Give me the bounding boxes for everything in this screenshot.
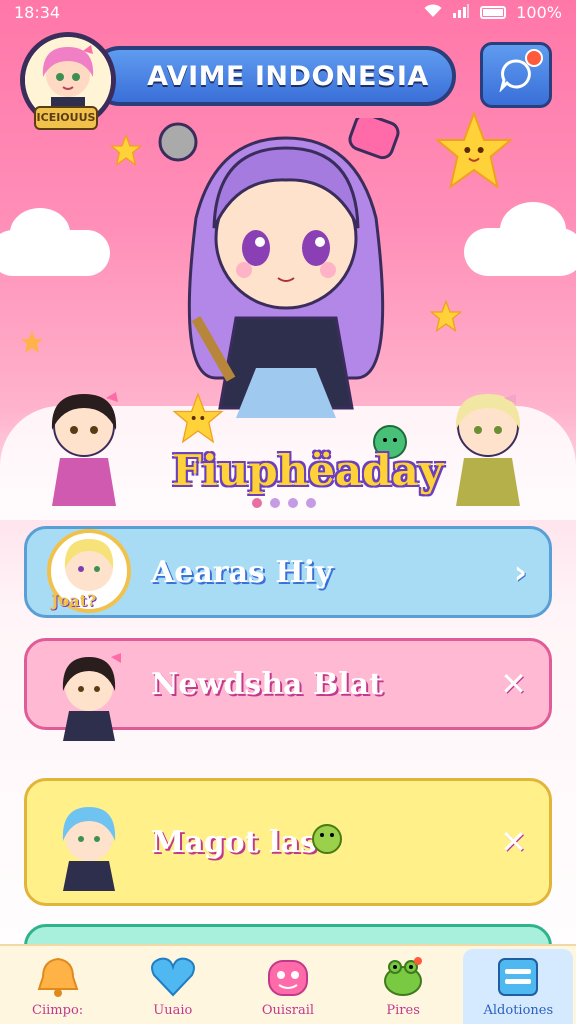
nav-label: Aldotiones: [483, 1003, 554, 1018]
status-bar: 18:34 100%: [0, 0, 576, 24]
star-icon: [430, 300, 462, 332]
carousel-dots[interactable]: [252, 498, 316, 508]
nav-item-2[interactable]: Uuaio: [118, 955, 228, 1018]
main-character-illustration: [158, 118, 400, 418]
card-label: Newdsha Blat: [151, 666, 383, 702]
header: AVIME INDONESIA ICEIOUUS: [20, 32, 556, 130]
carousel-dot[interactable]: [270, 498, 280, 508]
chevron-right-icon[interactable]: ›: [514, 553, 527, 591]
bell-icon: [37, 957, 78, 997]
wifi-icon: [424, 3, 442, 22]
star-icon: [110, 134, 142, 166]
bottom-nav: Ciimpo: Uuaio Ouisrail Pires Aldotiones: [0, 944, 576, 1024]
status-time: 18:34: [14, 2, 61, 22]
cloud-left-top: [10, 208, 70, 258]
title-banner: AVIME INDONESIA: [90, 46, 456, 106]
star-face-icon: [434, 110, 514, 189]
card-label: Aearas Hiy: [151, 554, 333, 590]
side-character-right: [455, 394, 521, 506]
signal-icon: [452, 3, 470, 22]
frog-icon: [384, 957, 423, 996]
card-avatar-icon: [62, 653, 121, 741]
nav-label: Uuaio: [153, 1003, 193, 1018]
nav-label: Ouisrail: [261, 1003, 315, 1018]
hero-banner[interactable]: Fiuphëaday: [0, 110, 576, 520]
battery-icon: [480, 5, 507, 19]
monster-icon: [267, 960, 308, 996]
chat-button[interactable]: [480, 42, 552, 108]
carousel-dot[interactable]: [252, 498, 262, 508]
heart-icon: [150, 957, 195, 997]
menu-icon: [498, 958, 539, 996]
close-icon[interactable]: ✕: [500, 665, 527, 703]
card-label: Magot las: [151, 824, 317, 860]
hero-title: Fiuphëaday: [172, 446, 444, 495]
battery-level: 100%: [516, 2, 562, 22]
nav-item-3[interactable]: Ouisrail: [233, 955, 343, 1018]
list-card-3[interactable]: Magot las ✕: [24, 778, 552, 906]
carousel-dot[interactable]: [288, 498, 298, 508]
notification-dot: [525, 49, 543, 67]
app-title: AVIME INDONESIA: [147, 60, 429, 92]
side-character-left: [51, 392, 118, 506]
nav-item-1[interactable]: Ciimpo:: [3, 955, 113, 1018]
close-icon[interactable]: ✕: [500, 823, 527, 861]
frog-sticker-icon: [312, 824, 342, 854]
status-icons: 100%: [424, 3, 562, 22]
avatar-badge: ICEIOUUS: [34, 106, 98, 130]
card-avatar-icon: [62, 807, 116, 891]
carousel-dot[interactable]: [306, 498, 316, 508]
list-card-2[interactable]: Newdsha Blat ✕: [24, 638, 552, 741]
nav-item-5[interactable]: Aldotiones: [463, 949, 574, 1024]
cloud-right-top: [500, 202, 566, 258]
star-icon: [21, 331, 43, 353]
nav-item-4[interactable]: Pires: [348, 955, 458, 1018]
nav-label: Pires: [386, 1003, 420, 1018]
card-badge: Joat?: [51, 591, 97, 610]
nav-label: Ciimpo:: [32, 1003, 84, 1018]
list-card-1[interactable]: Joat? Aearas Hiy ›: [24, 526, 552, 618]
